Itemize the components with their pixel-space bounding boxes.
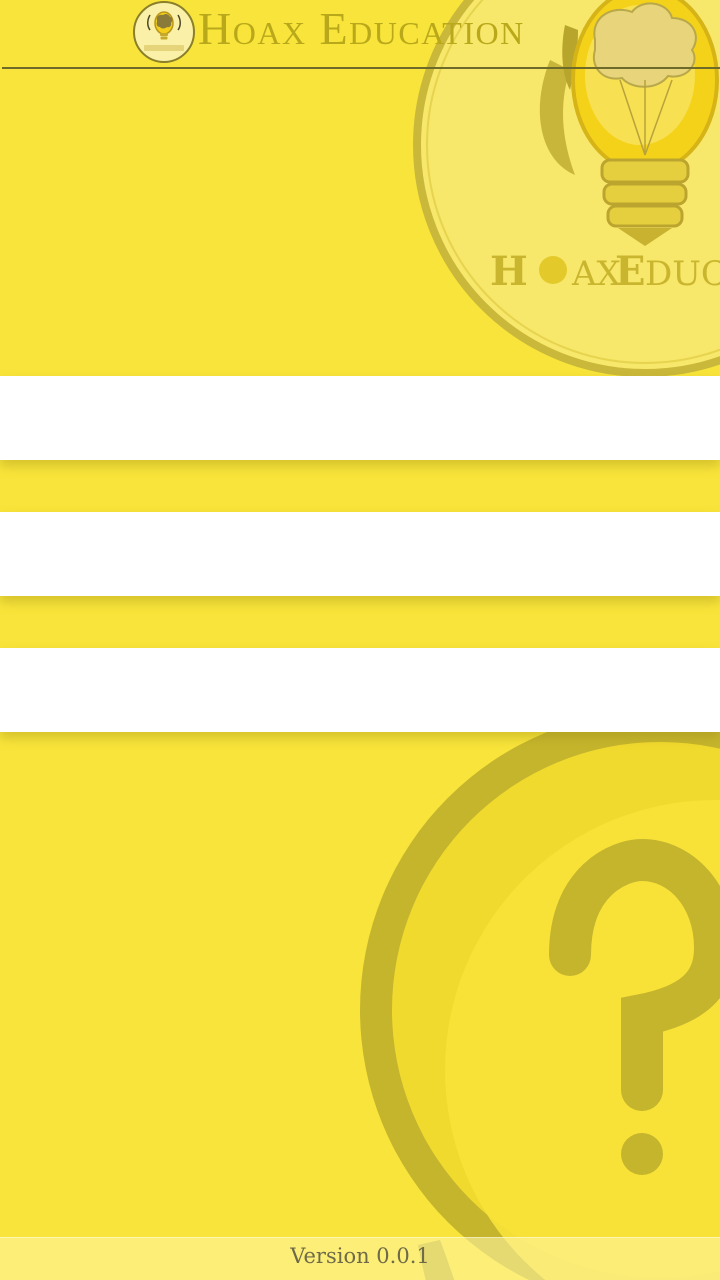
svg-text:H: H [490,248,528,295]
app-title: Hoax Education [198,3,525,54]
header-divider [2,67,720,69]
app-screen: H AX E DUCA Hoax Education [0,0,720,1280]
version-label: Version 0.0.1 [290,1244,430,1268]
footer-bar: Version 0.0.1 [0,1237,720,1280]
app-header: Hoax Education [0,0,720,70]
svg-text:DUCA: DUCA [645,254,720,294]
svg-text:E: E [615,248,646,295]
question-mark-icon [360,720,720,1280]
svg-text:AX: AX [571,254,622,294]
menu-item-3[interactable] [0,648,720,732]
menu-item-1[interactable] [0,376,720,460]
menu-item-2[interactable] [0,512,720,596]
lightbulb-brain-icon [133,1,195,63]
